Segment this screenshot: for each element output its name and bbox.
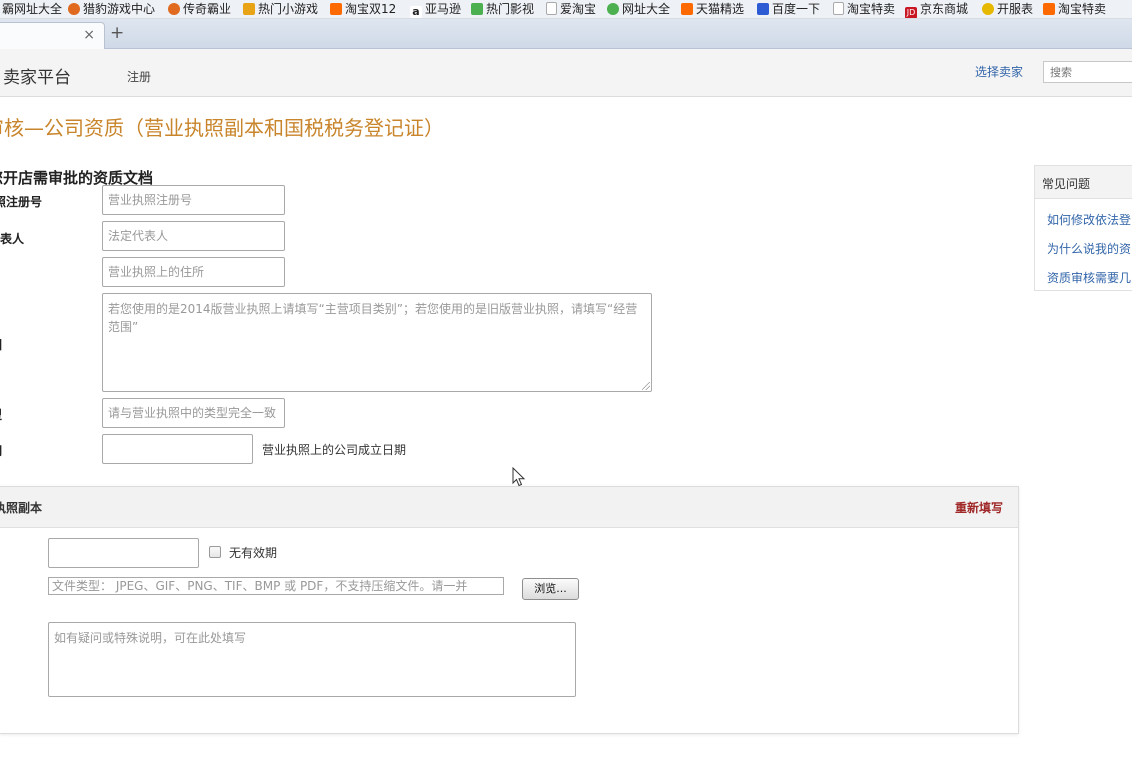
faq-link-1[interactable]: 如何修改依法登 bbox=[1047, 211, 1131, 228]
field-label-establish-date: 期 bbox=[0, 442, 2, 459]
search-input[interactable] bbox=[1043, 61, 1132, 83]
field-label-registration-number: 照注册号 bbox=[0, 195, 43, 209]
brand-title[interactable]: 卖家平台 bbox=[3, 63, 71, 88]
address-input[interactable]: 营业执照上的住所 bbox=[102, 257, 285, 287]
bookmark-10[interactable]: 天猫精选 bbox=[681, 1, 744, 17]
tmall-icon bbox=[681, 3, 693, 15]
field-label-legal-representative: 代表人 bbox=[0, 232, 25, 246]
license-panel-header: 执照副本 重新填写 bbox=[0, 487, 1018, 528]
taobao-icon bbox=[330, 3, 342, 15]
establish-date-hint: 营业执照上的公司成立日期 bbox=[262, 443, 407, 457]
browser-tab[interactable]: × bbox=[0, 22, 105, 49]
video-icon bbox=[471, 3, 483, 15]
bookmark-12[interactable]: 淘宝特卖 bbox=[833, 1, 895, 17]
bookmark-6[interactable]: a 亚马逊 bbox=[410, 1, 461, 18]
bookmark-11[interactable]: 百度一下 bbox=[757, 1, 820, 17]
game-icon bbox=[168, 3, 180, 15]
site-icon bbox=[607, 3, 619, 15]
license-panel-title: 执照副本 bbox=[0, 501, 43, 515]
field-label-business-scope: 围 bbox=[0, 336, 2, 353]
registration-number-input[interactable]: 营业执照注册号 bbox=[102, 185, 285, 215]
baidu-paw-icon bbox=[757, 3, 769, 15]
leopard-icon bbox=[68, 3, 80, 15]
game-icon bbox=[982, 3, 994, 15]
bookmark-3[interactable]: 传奇霸业 bbox=[168, 1, 231, 17]
amazon-icon: a bbox=[410, 6, 422, 18]
nav-register-link[interactable]: 注册 bbox=[127, 68, 151, 85]
license-copy-panel: 执照副本 重新填写 无有效期 文件类型： JPEG、GIF、PNG、TIF、BM… bbox=[0, 486, 1019, 734]
field-label-company-type: 型 bbox=[0, 406, 2, 423]
license-expiry-input[interactable] bbox=[48, 538, 199, 568]
new-tab-icon[interactable]: + bbox=[110, 23, 124, 43]
page-icon bbox=[833, 2, 844, 15]
no-expiry-checkbox[interactable] bbox=[209, 546, 221, 558]
business-scope-textarea[interactable]: 若您使用的是2014版营业执照上请填写“主营项目类别”；若您使用的是旧版营业执照… bbox=[102, 293, 652, 392]
page-icon bbox=[546, 2, 557, 15]
mouse-cursor-icon bbox=[512, 467, 526, 487]
resize-grip-icon[interactable] bbox=[642, 382, 650, 390]
refill-link[interactable]: 重新填写 bbox=[955, 499, 1003, 516]
bookmark-1[interactable]: 霸网址大全 bbox=[2, 1, 62, 17]
bookmark-15[interactable]: 淘宝特卖 bbox=[1043, 1, 1106, 17]
business-scope-placeholder: 若您使用的是2014版营业执照上请填写“主营项目类别”；若您使用的是旧版营业执照… bbox=[108, 302, 638, 334]
choose-seller-link[interactable]: 选择卖家 bbox=[975, 63, 1023, 80]
site-header: 卖家平台 注册 选择卖家 bbox=[0, 49, 1132, 97]
file-path-input[interactable]: 文件类型： JPEG、GIF、PNG、TIF、BMP 或 PDF，不支持压缩文件… bbox=[48, 577, 504, 595]
bookmark-8[interactable]: 爱淘宝 bbox=[546, 1, 596, 17]
faq-box: 常见问题 如何修改依法登 为什么说我的资 资质审核需要几 bbox=[1034, 165, 1132, 291]
browse-button[interactable]: 浏览... bbox=[522, 578, 579, 600]
faq-title: 常见问题 bbox=[1042, 177, 1091, 191]
company-type-input[interactable]: 请与营业执照中的类型完全一致 bbox=[102, 398, 285, 428]
bookmark-14[interactable]: 开服表 bbox=[982, 1, 1033, 17]
note-placeholder: 如有疑问或特殊说明，可在此处填写 bbox=[54, 631, 247, 645]
jd-icon: JD bbox=[905, 7, 917, 18]
bookmark-5[interactable]: 淘宝双12 bbox=[330, 1, 396, 17]
bookmark-7[interactable]: 热门影视 bbox=[471, 1, 534, 17]
bookmark-9[interactable]: 网址大全 bbox=[607, 1, 670, 17]
faq-link-2[interactable]: 为什么说我的资 bbox=[1047, 240, 1131, 257]
bookmark-13[interactable]: JD 京东商城 bbox=[905, 1, 968, 18]
legal-representative-input[interactable]: 法定代表人 bbox=[102, 221, 285, 251]
bookmarks-bar: 霸网址大全 猎豹游戏中心 传奇霸业 热门小游戏 淘宝双12 a 亚马逊 热门影视 … bbox=[0, 0, 1132, 19]
no-expiry-label: 无有效期 bbox=[229, 546, 278, 560]
taobao-icon bbox=[1043, 3, 1055, 15]
establish-date-input[interactable] bbox=[102, 434, 253, 464]
tab-strip: × + bbox=[0, 19, 1132, 49]
note-textarea[interactable]: 如有疑问或特殊说明，可在此处填写 bbox=[48, 622, 576, 697]
bookmark-2[interactable]: 猎豹游戏中心 bbox=[68, 1, 155, 17]
game-icon bbox=[243, 3, 255, 15]
faq-header: 常见问题 bbox=[1035, 166, 1132, 199]
faq-link-3[interactable]: 资质审核需要几 bbox=[1047, 269, 1131, 286]
page-title: 审核—公司资质（营业执照副本和国税税务登记证） bbox=[0, 116, 444, 140]
bookmark-4[interactable]: 热门小游戏 bbox=[243, 1, 318, 17]
close-icon[interactable]: × bbox=[83, 27, 95, 43]
